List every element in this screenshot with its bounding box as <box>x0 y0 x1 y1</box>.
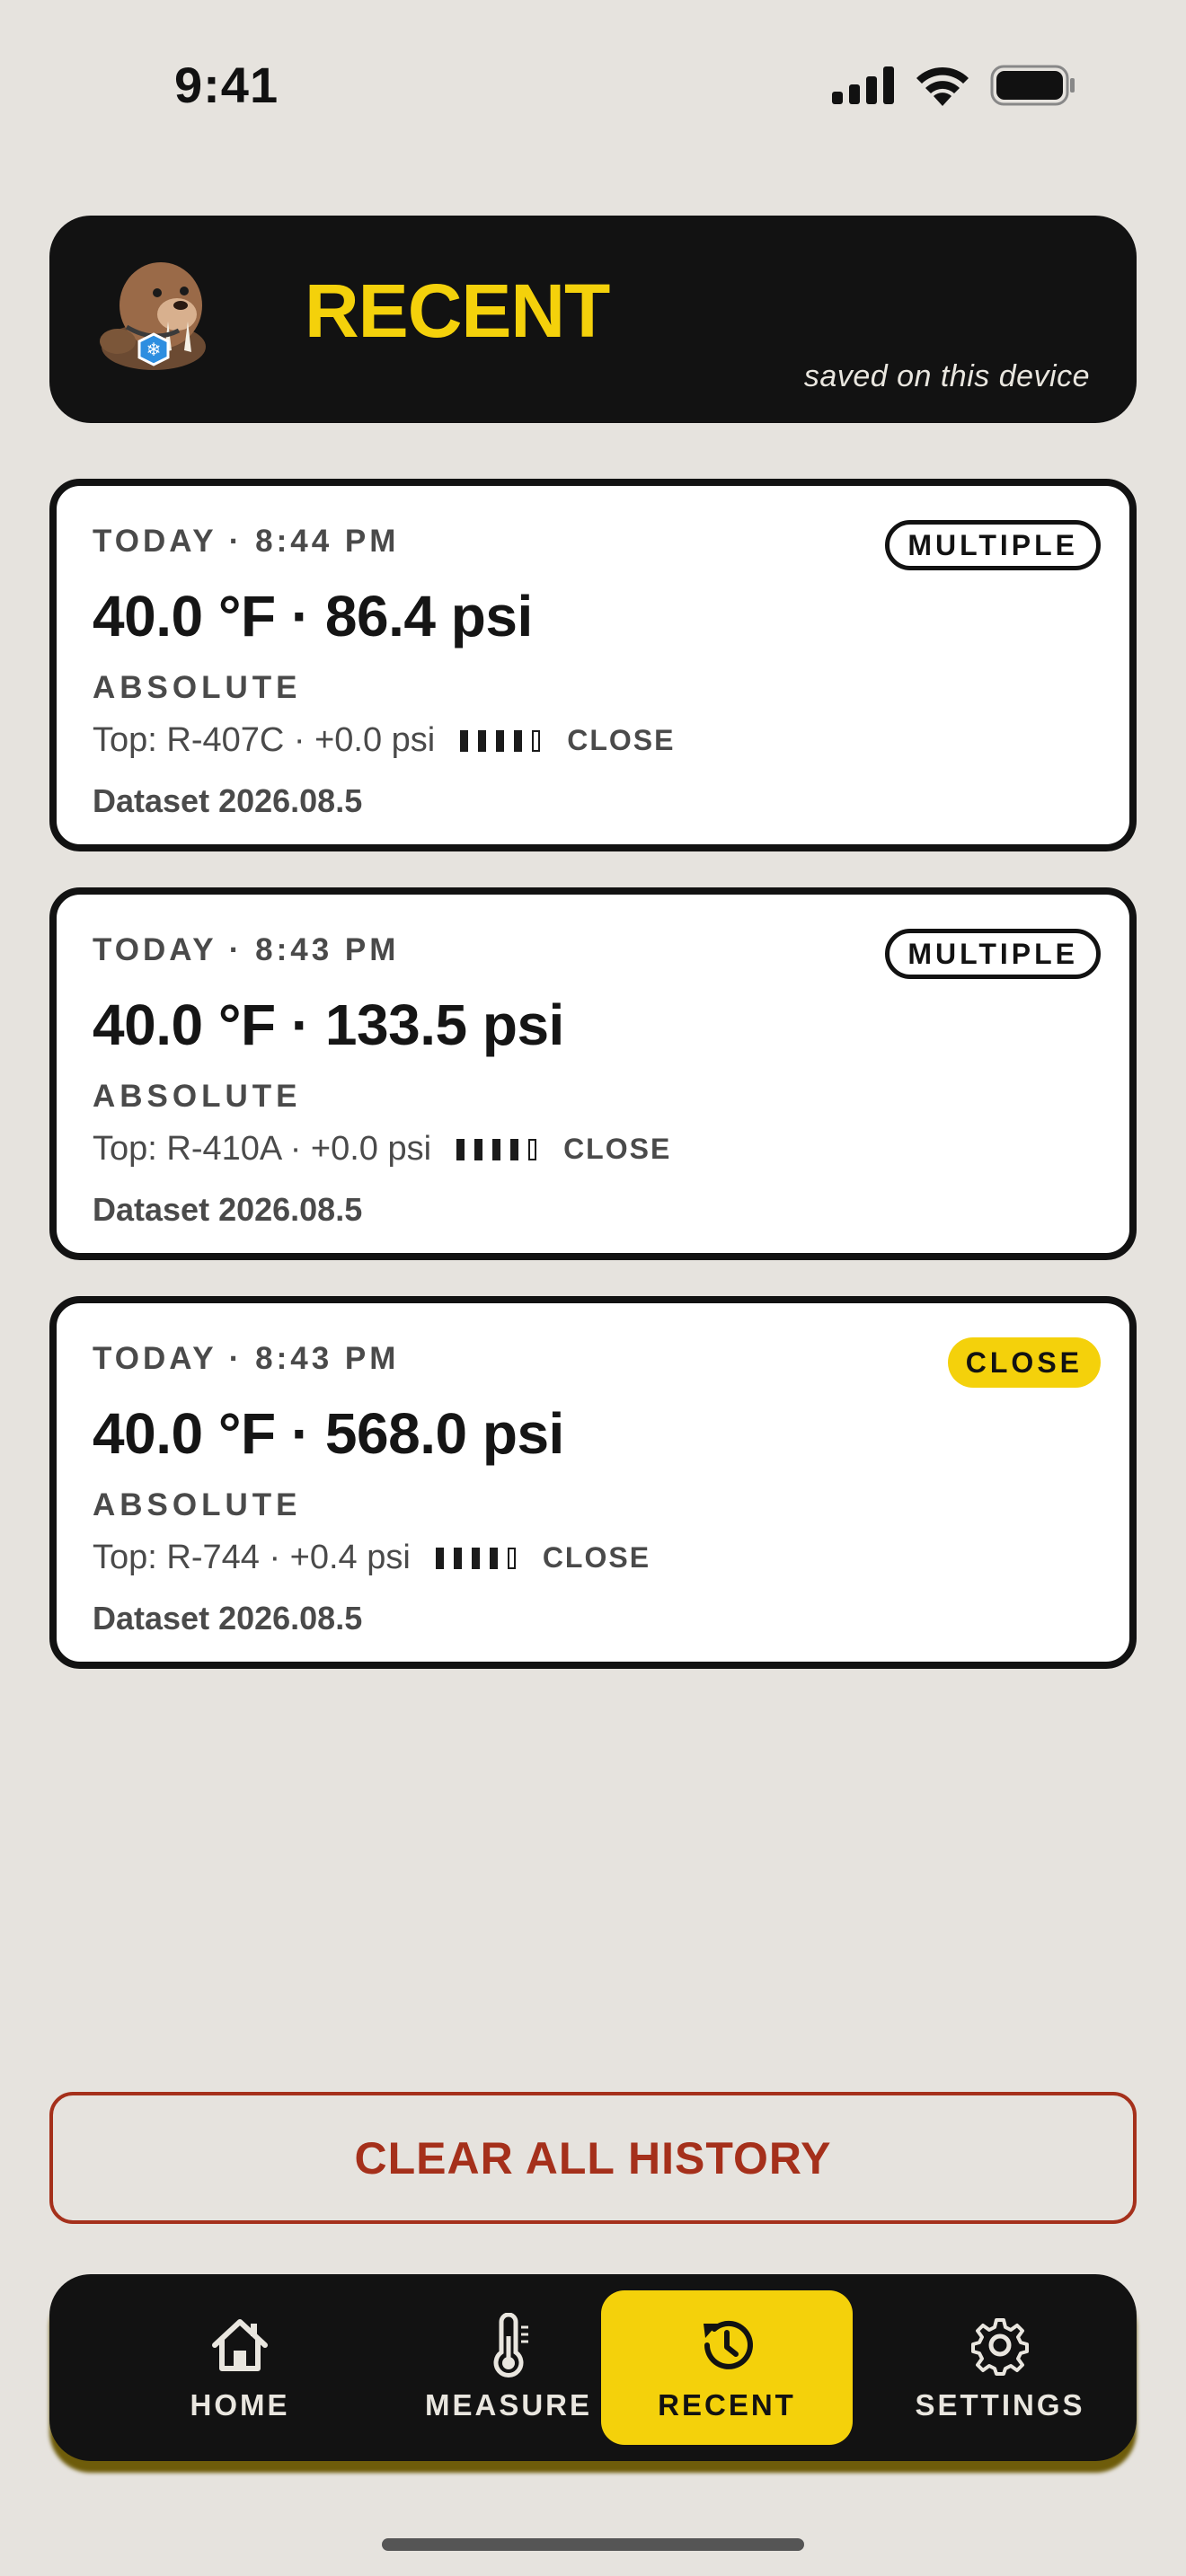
home-indicator[interactable] <box>382 2538 804 2551</box>
confidence-meter <box>456 1138 537 1160</box>
confidence-label: CLOSE <box>567 724 676 756</box>
tab-home[interactable]: HOME <box>114 2290 366 2445</box>
confidence-bar <box>471 1547 480 1569</box>
history-reading: 40.0 °F · 86.4 psi <box>93 584 533 648</box>
top-match-text: Top: R-410A · +0.0 psi <box>93 1130 432 1168</box>
confidence-bar <box>528 1138 537 1160</box>
confidence-bar <box>478 729 487 752</box>
svg-text:❄: ❄ <box>146 339 162 360</box>
history-timestamp: TODAY · 8:44 PM <box>93 524 400 559</box>
history-card[interactable]: TODAY · 8:44 PM MULTIPLE 40.0 °F · 86.4 … <box>49 479 1137 851</box>
history-timestamp: TODAY · 8:43 PM <box>93 1341 400 1376</box>
tab-label: HOME <box>190 2388 290 2422</box>
dataset-version: Dataset 2026.08.5 <box>93 1600 363 1636</box>
history-timestamp: TODAY · 8:43 PM <box>93 932 400 967</box>
thermometer-icon <box>493 2313 528 2378</box>
status-badge: MULTIPLE <box>885 520 1101 570</box>
history-card[interactable]: TODAY · 8:43 PM MULTIPLE 40.0 °F · 133.5… <box>49 887 1137 1260</box>
confidence-label: CLOSE <box>563 1133 672 1165</box>
header-card: ❄ RECENT saved on this device <box>49 216 1137 423</box>
status-badge: MULTIPLE <box>885 929 1101 979</box>
battery-icon <box>990 65 1075 106</box>
status-icons <box>832 65 1076 106</box>
tab-label: SETTINGS <box>915 2388 1085 2422</box>
page-subtitle: saved on this device <box>803 359 1090 393</box>
confidence-label: CLOSE <box>542 1541 651 1574</box>
top-match-row: Top: R-407C · +0.0 psi CLOSE <box>93 721 675 760</box>
home-icon <box>212 2319 268 2371</box>
top-match-row: Top: R-744 · +0.4 psi CLOSE <box>93 1539 651 1577</box>
top-match-row: Top: R-410A · +0.0 psi CLOSE <box>93 1130 671 1169</box>
tab-measure[interactable]: MEASURE <box>383 2290 634 2445</box>
page-title: RECENT <box>305 269 610 353</box>
top-match-text: Top: R-744 · +0.4 psi <box>93 1539 411 1576</box>
top-match-text: Top: R-407C · +0.0 psi <box>93 721 436 759</box>
pressure-mode: ABSOLUTE <box>93 1079 302 1114</box>
confidence-bar <box>453 1547 462 1569</box>
confidence-bar <box>514 729 523 752</box>
tab-label: RECENT <box>658 2388 796 2422</box>
history-reading: 40.0 °F · 133.5 psi <box>93 992 564 1057</box>
status-bar: 9:41 <box>0 0 1186 171</box>
confidence-bar <box>507 1547 516 1569</box>
confidence-bar <box>492 1138 501 1160</box>
confidence-bar <box>510 1138 519 1160</box>
walrus-mascot-logo: ❄ <box>100 262 206 370</box>
confidence-meter <box>460 729 541 752</box>
clear-all-history-button[interactable]: CLEAR ALL HISTORY <box>49 2092 1137 2224</box>
status-badge: CLOSE <box>947 1337 1101 1388</box>
dataset-version: Dataset 2026.08.5 <box>93 782 363 819</box>
history-icon <box>704 2320 753 2369</box>
confidence-bar <box>435 1547 444 1569</box>
tab-recent[interactable]: RECENT <box>601 2290 853 2445</box>
tab-bar: HOME MEASURE RECENT SETTINGS <box>49 2274 1137 2461</box>
confidence-meter <box>435 1547 516 1569</box>
gear-icon <box>971 2318 1029 2376</box>
status-time: 9:41 <box>174 57 279 113</box>
pressure-mode: ABSOLUTE <box>93 670 302 705</box>
dataset-version: Dataset 2026.08.5 <box>93 1191 363 1228</box>
tab-label: MEASURE <box>424 2388 593 2422</box>
confidence-bar <box>456 1138 465 1160</box>
confidence-bar <box>532 729 541 752</box>
pressure-mode: ABSOLUTE <box>93 1487 302 1522</box>
wifi-icon <box>916 66 969 106</box>
history-reading: 40.0 °F · 568.0 psi <box>93 1401 564 1466</box>
confidence-bar <box>489 1547 498 1569</box>
history-card[interactable]: TODAY · 8:43 PM CLOSE 40.0 °F · 568.0 ps… <box>49 1296 1137 1669</box>
confidence-bar <box>474 1138 483 1160</box>
tab-settings[interactable]: SETTINGS <box>874 2290 1126 2445</box>
cellular-signal-icon <box>832 66 894 104</box>
confidence-bar <box>496 729 505 752</box>
confidence-bar <box>460 729 469 752</box>
